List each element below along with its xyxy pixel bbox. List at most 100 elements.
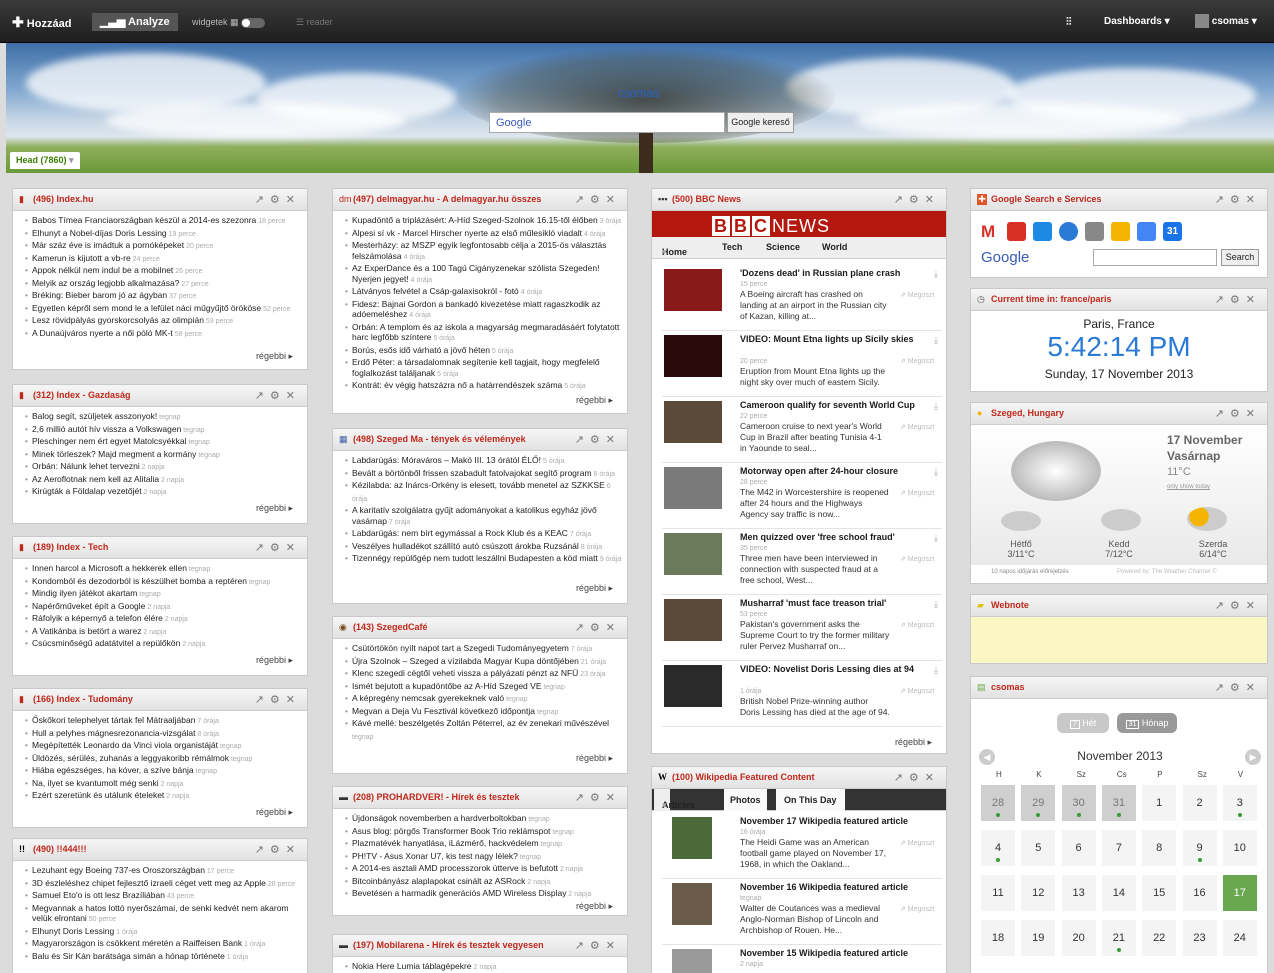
tab-world[interactable]: World xyxy=(822,242,847,252)
news-title[interactable]: Musharraf 'must face treason trial' xyxy=(740,598,920,609)
list-item-title[interactable]: Plazmatévék hanyatlása, iLázmérő, hackvé… xyxy=(352,838,539,848)
list-item[interactable]: Magyarországon is csökkent méretén a Rai… xyxy=(25,938,307,951)
news-thumbnail[interactable] xyxy=(664,401,722,443)
list-item[interactable]: Ezért szeretünk és utálunk ételeket 2 na… xyxy=(25,790,307,803)
list-item[interactable]: Elhunyt a Nobel-díjas Doris Lessing 19 p… xyxy=(25,228,307,241)
list-item-title[interactable]: Kupadöntő a triplázásért: A-Híd Szeged-S… xyxy=(352,215,598,225)
more-link[interactable]: régebbi ▸ xyxy=(895,737,932,748)
list-item[interactable]: Hiába egészséges, ha kóver, a szíve bánj… xyxy=(25,765,307,778)
news-item[interactable]: Cameroon qualify for seventh World Cup 2… xyxy=(662,397,942,463)
list-item-title[interactable]: Klenc szegedi cégtől veheti vissza a pál… xyxy=(352,668,578,678)
list-item-title[interactable]: Már száz éve is imádtuk a pornóképeket xyxy=(32,240,184,250)
list-item-title[interactable]: Pleschinger nem ért egyet Matolcsyékkal xyxy=(32,436,187,446)
more-link[interactable]: régebbi ▸ xyxy=(256,807,293,818)
weather-today-link[interactable]: only show today xyxy=(1167,484,1210,490)
list-item[interactable]: Samuel Eto'o is ott lesz Brazíliában 43 … xyxy=(25,890,307,903)
calendar-day[interactable]: 16 xyxy=(1182,875,1217,911)
news-item[interactable]: VIDEO: Mount Etna lights up Sicily skies… xyxy=(662,331,942,397)
calendar-day[interactable]: 6 xyxy=(1061,830,1096,866)
list-item-title[interactable]: 2,6 millió autót hív vissza a Volkswagen xyxy=(32,424,181,434)
list-item[interactable]: Megvannak a hatos lottó nyerőszámai, de … xyxy=(25,903,307,926)
widget-controls[interactable]: ↗⚙✕ xyxy=(1215,681,1261,694)
calendar-day[interactable]: 20 xyxy=(1061,920,1096,956)
list-item[interactable]: Balu és Sir Kán barátsága simán a hónap … xyxy=(25,951,307,964)
calendar-day[interactable]: 8 xyxy=(1142,830,1177,866)
calendar-day[interactable]: 7 xyxy=(1101,830,1136,866)
widget-title[interactable]: (496) Index.hu xyxy=(33,194,94,204)
widget-title[interactable]: (312) Index - Gazdaság xyxy=(33,390,131,400)
calendar-day[interactable]: 17 xyxy=(1222,875,1257,911)
news-title[interactable]: VIDEO: Mount Etna lights up Sicily skies xyxy=(740,334,920,345)
widget-controls[interactable]: ↗⚙✕ xyxy=(1215,407,1261,420)
list-item[interactable]: Lezuhant egy Boeing 737-es Oroszországba… xyxy=(25,865,307,878)
news-thumbnail[interactable] xyxy=(664,467,722,509)
widget-title[interactable]: Szeged, Hungary xyxy=(991,408,1064,418)
list-item-title[interactable]: Elhunyt Doris Lessing xyxy=(32,926,114,936)
widget-controls[interactable]: ↗⚙✕ xyxy=(894,193,940,206)
news-thumbnail[interactable] xyxy=(664,665,722,707)
weather-powered-by[interactable]: Powered by: The Weather Channel © xyxy=(1117,569,1217,575)
list-item[interactable]: Őskőkori telephelyet tártak fel Mátraalj… xyxy=(25,715,307,728)
news-thumbnail[interactable] xyxy=(664,533,722,575)
news-item[interactable]: VIDEO: Novelist Doris Lessing dies at 94… xyxy=(662,661,942,727)
webnote-textarea[interactable] xyxy=(971,617,1267,663)
list-item[interactable]: Pleschinger nem ért egyet Matolcsyékkal … xyxy=(25,436,307,449)
list-item-title[interactable]: Elhunyt a Nobel-díjas Doris Lessing xyxy=(32,228,167,238)
list-item[interactable]: Csütörtökön nyílt napot tart a Szegedi T… xyxy=(345,643,627,656)
list-item-title[interactable]: Balu és Sir Kán barátsága simán a hónap … xyxy=(32,951,225,961)
list-item[interactable]: Kondomból és dezodorból is készülhet bom… xyxy=(25,576,307,589)
calendar-day[interactable]: 2 xyxy=(1182,785,1217,821)
wiki-item[interactable]: November 17 Wikipedia featured article 1… xyxy=(662,813,942,879)
more-link[interactable]: régebbi ▸ xyxy=(256,351,293,362)
list-item-title[interactable]: Innen harcol a Microsoft a hekkerek elle… xyxy=(32,563,187,573)
list-item[interactable]: Balog segít, szüljetek asszonyok! tegnap xyxy=(25,411,307,424)
list-item-title[interactable]: Borús, esős idő várható a jövő héten xyxy=(352,345,490,355)
list-item-title[interactable]: PH!TV - Asus Xonar U7, kis test nagy lél… xyxy=(352,851,518,861)
list-item[interactable]: Az ExperDance és a 100 Tagú Cigányzeneka… xyxy=(345,263,627,286)
widget-controls[interactable]: ↗⚙✕ xyxy=(255,693,301,706)
reader-toggle[interactable]: ☰ reader xyxy=(296,13,333,31)
widget-title[interactable]: (490) !!444!!! xyxy=(33,844,87,854)
list-item[interactable]: Borús, esős idő várható a jövő héten 5 ó… xyxy=(345,345,627,358)
calendar-day[interactable]: 11 xyxy=(981,875,1015,911)
widget-controls[interactable]: ↗⚙✕ xyxy=(255,389,301,402)
wiki-title[interactable]: November 15 Wikipedia featured article xyxy=(740,948,940,959)
list-item-title[interactable]: Orbán: A templom és az iskola a magyarsá… xyxy=(352,322,619,343)
list-item[interactable]: Plazmatévék hanyatlása, iLázmérő, hackvé… xyxy=(345,838,627,851)
calendar-day[interactable]: 1 xyxy=(1142,785,1177,821)
list-item-title[interactable]: Bitcoinbányász alaplapokat csinált az AS… xyxy=(352,876,525,886)
list-item-title[interactable]: Na, ilyet se kvantumolt még senki xyxy=(32,778,159,788)
list-item[interactable]: Megvan a Deja Vu Fesztivál következő idő… xyxy=(345,706,627,719)
list-item-title[interactable]: Egyetlen képről sem mond le a lefület ná… xyxy=(32,303,261,313)
more-link[interactable]: régebbi ▸ xyxy=(576,753,613,764)
list-item[interactable]: Kontrát: év végig hatszázra nő a határre… xyxy=(345,380,627,393)
list-item[interactable]: Tizennégy repülőgép nem tudott leszállni… xyxy=(345,553,627,566)
share-link[interactable]: ⇗ Megoszt xyxy=(900,291,934,299)
calendar-day[interactable]: 14 xyxy=(1101,875,1136,911)
widget-title[interactable]: (100) Wikipedia Featured Content xyxy=(672,772,814,782)
list-item[interactable]: Nokia Here Lumia táblagépekre 2 napja xyxy=(345,961,627,973)
more-link[interactable]: régebbi ▸ xyxy=(576,583,613,594)
list-item-title[interactable]: Labdarúgás: nem bírt egymással a Rock Kl… xyxy=(352,528,568,538)
wiki-thumbnail[interactable] xyxy=(672,817,712,859)
widget-title[interactable]: csomas xyxy=(991,682,1025,692)
list-item-title[interactable]: 3D észleléshez chipet fejlesztő izraeli … xyxy=(32,878,266,888)
list-item-title[interactable]: Alpesi sí vk - Marcel Hirscher nyerte az… xyxy=(352,228,582,238)
list-item-title[interactable]: Ezért szeretünk és utálunk ételeket xyxy=(32,790,164,800)
save-icon[interactable]: ⤓ xyxy=(934,665,938,676)
list-item-title[interactable]: Csúcsminőségű adatátvitel a repülőkön xyxy=(32,638,180,648)
list-item[interactable]: Minek törleszek? Majd megment a kormány … xyxy=(25,449,307,462)
list-item[interactable]: Orbán: Nálunk lehet tervezni 2 napja xyxy=(25,461,307,474)
widget-title[interactable]: (498) Szeged Ma - tények és vélemények xyxy=(353,434,526,444)
google-services-search-input[interactable] xyxy=(1093,249,1217,266)
calendar-day[interactable]: 28 xyxy=(981,785,1015,821)
tab-photos[interactable]: Photos xyxy=(724,789,767,811)
list-item[interactable]: Hull a pelyhes mágnesrezonancia-vizsgála… xyxy=(25,728,307,741)
news-title[interactable]: Men quizzed over 'free school fraud' xyxy=(740,532,920,543)
wiki-title[interactable]: November 17 Wikipedia featured article xyxy=(740,816,940,827)
wiki-title[interactable]: November 16 Wikipedia featured article xyxy=(740,882,940,893)
list-item[interactable]: A Vatikánba is betört a warez 2 napja xyxy=(25,626,307,639)
widget-controls[interactable]: ↗⚙✕ xyxy=(1215,599,1261,612)
list-item-title[interactable]: Appok nélkül nem indul be a mobilnet xyxy=(32,265,173,275)
list-item-title[interactable]: Újra Szolnok – Szeged a vízilabda Magyar… xyxy=(352,656,579,666)
